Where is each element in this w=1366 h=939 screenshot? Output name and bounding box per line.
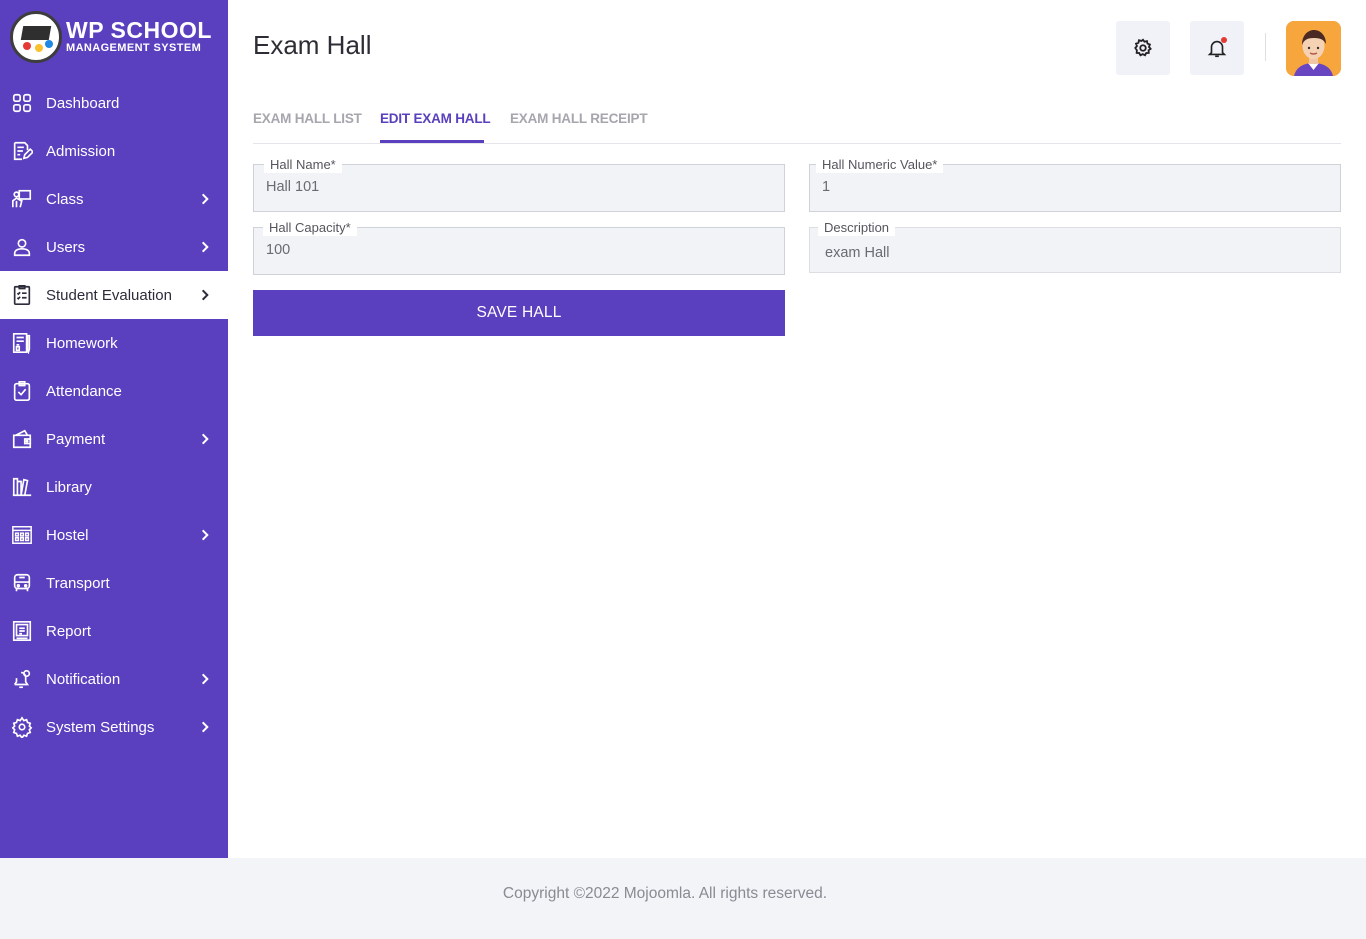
sidebar-item-class[interactable]: Class: [0, 175, 228, 223]
sidebar-item-dashboard[interactable]: Dashboard: [0, 79, 228, 127]
user-icon: [11, 236, 33, 258]
footer: Copyright ©2022 Mojoomla. All rights res…: [0, 858, 1366, 939]
chevron-right-icon: [198, 288, 212, 302]
sidebar-item-homework[interactable]: Homework: [0, 319, 228, 367]
hall-capacity-label: Hall Capacity*: [263, 220, 357, 236]
hall-name-field[interactable]: Hall Name* Hall 101: [253, 157, 785, 212]
sidebar-nav: Dashboard Admission Class Users Student …: [0, 79, 228, 751]
hall-capacity-value: 100: [266, 242, 291, 258]
notification-badge: [1221, 37, 1227, 43]
sidebar-item-label: Student Evaluation: [46, 286, 172, 304]
settings-button[interactable]: [1116, 21, 1170, 75]
chevron-right-icon: [198, 192, 212, 206]
hall-name-label: Hall Name*: [264, 157, 342, 173]
chevron-right-icon: [198, 432, 212, 446]
active-tab-indicator: [380, 140, 484, 143]
brand-title: WP SCHOOL: [66, 17, 212, 43]
page-title: Exam Hall: [253, 30, 372, 60]
notification-icon: [11, 668, 33, 690]
hall-numeric-value-value: 1: [822, 179, 831, 195]
library-icon: [11, 476, 33, 498]
hostel-icon: [11, 524, 33, 546]
hall-name-value: Hall 101: [266, 179, 320, 195]
sidebar-item-student-evaluation[interactable]: Student Evaluation: [0, 271, 228, 319]
sidebar-item-payment[interactable]: Payment: [0, 415, 228, 463]
sidebar-item-hostel[interactable]: Hostel: [0, 511, 228, 559]
hall-capacity-field[interactable]: Hall Capacity* 100: [253, 220, 785, 275]
sidebar-item-library[interactable]: Library: [0, 463, 228, 511]
save-hall-button[interactable]: SAVE HALL: [253, 290, 785, 336]
copyright-text: Copyright ©2022 Mojoomla. All rights res…: [502, 885, 828, 902]
notification-button[interactable]: [1190, 21, 1244, 75]
user-avatar[interactable]: [1286, 21, 1341, 76]
sidebar-item-attendance[interactable]: Attendance: [0, 367, 228, 415]
sidebar-item-label: Hostel: [46, 526, 89, 544]
bus-icon: [11, 572, 33, 594]
sidebar-item-label: Homework: [46, 334, 118, 352]
sidebar-item-label: Class: [46, 190, 84, 208]
sidebar-item-label: Users: [46, 238, 86, 256]
sidebar-item-label: Report: [46, 622, 92, 640]
chevron-right-icon: [198, 672, 212, 686]
evaluation-icon: [11, 284, 33, 306]
attendance-icon: [11, 380, 33, 402]
sidebar-item-label: Admission: [46, 142, 116, 160]
sidebar-item-label: Payment: [46, 430, 106, 448]
chevron-right-icon: [198, 240, 212, 254]
report-icon: [11, 620, 33, 642]
description-field[interactable]: Description exam Hall: [809, 220, 1341, 273]
sidebar-item-admission[interactable]: Admission: [0, 127, 228, 175]
sidebar-item-label: Notification: [46, 670, 121, 688]
tab-exam-hall-receipt[interactable]: EXAM HALL RECEIPT: [510, 111, 648, 126]
admission-icon: [11, 140, 33, 162]
description-label: Description: [818, 220, 896, 236]
sidebar-item-label: Transport: [46, 574, 110, 592]
brand[interactable]: WP SCHOOL MANAGEMENT SYSTEM: [10, 11, 212, 63]
homework-icon: [11, 332, 33, 354]
hall-numeric-value-label: Hall Numeric Value*: [816, 157, 944, 173]
app-root: WP SCHOOL MANAGEMENT SYSTEM Dashboard Ad…: [0, 0, 1366, 939]
sidebar-item-system-settings[interactable]: System Settings: [0, 703, 228, 751]
class-icon: [11, 188, 33, 210]
settings-icon: [11, 716, 33, 738]
header-divider: [1265, 33, 1266, 61]
sidebar-item-transport[interactable]: Transport: [0, 559, 228, 607]
sidebar-item-label: Attendance: [46, 382, 122, 400]
tab-edit-exam-hall[interactable]: EDIT EXAM HALL: [380, 111, 491, 126]
tab-exam-hall-list[interactable]: EXAM HALL LIST: [253, 111, 362, 126]
chevron-right-icon: [198, 720, 212, 734]
gear-icon: [1132, 37, 1154, 59]
sidebar-item-label: Library: [46, 478, 92, 496]
brand-logo-icon: [10, 11, 62, 63]
sidebar-item-notification[interactable]: Notification: [0, 655, 228, 703]
dashboard-icon: [11, 92, 33, 114]
tab-bar: EXAM HALL LIST EDIT EXAM HALL EXAM HALL …: [253, 100, 1341, 144]
chevron-right-icon: [198, 528, 212, 542]
sidebar: WP SCHOOL MANAGEMENT SYSTEM Dashboard Ad…: [0, 0, 228, 858]
hall-numeric-value-field[interactable]: Hall Numeric Value* 1: [809, 157, 1341, 212]
sidebar-item-label: Dashboard: [46, 94, 120, 112]
sidebar-item-label: System Settings: [46, 718, 155, 736]
brand-subtitle: MANAGEMENT SYSTEM: [66, 42, 202, 54]
wallet-icon: [11, 428, 33, 450]
sidebar-item-report[interactable]: Report: [0, 607, 228, 655]
description-value: exam Hall: [825, 245, 890, 261]
sidebar-item-users[interactable]: Users: [0, 223, 228, 271]
